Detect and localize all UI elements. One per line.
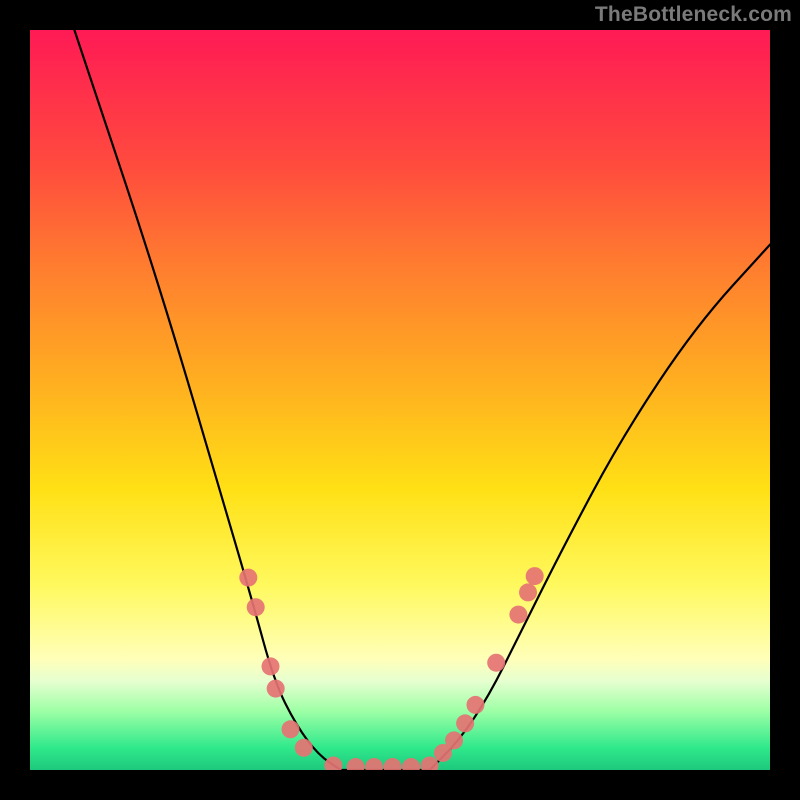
chart-plot-area bbox=[30, 30, 770, 770]
marker-point bbox=[247, 598, 265, 616]
marker-point bbox=[281, 720, 299, 738]
chart-frame: TheBottleneck.com bbox=[0, 0, 800, 800]
marker-point bbox=[526, 567, 544, 585]
marker-point bbox=[347, 758, 365, 770]
marker-point bbox=[466, 696, 484, 714]
marker-point bbox=[384, 758, 402, 770]
marker-group bbox=[239, 567, 543, 770]
marker-point bbox=[239, 569, 257, 587]
bottleneck-curve bbox=[74, 30, 770, 770]
marker-point bbox=[365, 758, 383, 770]
marker-point bbox=[509, 606, 527, 624]
marker-point bbox=[456, 714, 474, 732]
watermark-label: TheBottleneck.com bbox=[595, 3, 792, 27]
marker-point bbox=[402, 758, 420, 770]
marker-point bbox=[295, 739, 313, 757]
marker-point bbox=[262, 657, 280, 675]
marker-point bbox=[519, 583, 537, 601]
marker-point bbox=[445, 731, 463, 749]
chart-svg bbox=[30, 30, 770, 770]
marker-point bbox=[324, 757, 342, 770]
marker-point bbox=[487, 654, 505, 672]
marker-point bbox=[267, 680, 285, 698]
